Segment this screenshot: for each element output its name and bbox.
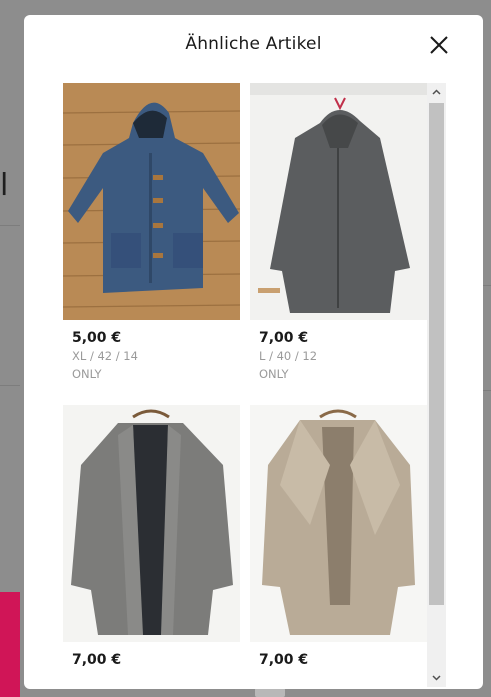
close-icon (430, 36, 448, 54)
background-pink-button (0, 592, 20, 697)
item-size: L / 40 / 12 (259, 349, 318, 363)
item-image[interactable] (63, 83, 240, 320)
item-card[interactable]: 7,00 € (250, 405, 427, 687)
modal-title: Ähnliche Artikel (185, 34, 322, 54)
item-brand: ONLY (259, 367, 289, 381)
item-size: XL / 42 / 14 (72, 349, 138, 363)
item-price: 7,00 € (259, 652, 309, 668)
item-image[interactable] (250, 83, 427, 320)
close-button[interactable] (428, 34, 450, 56)
background-element (255, 688, 285, 697)
item-card[interactable]: 7,00 € L / 40 / 12 ONLY (250, 83, 427, 405)
vertical-scrollbar[interactable] (427, 83, 446, 687)
scroll-down-button[interactable] (427, 669, 446, 687)
chevron-down-icon (432, 675, 441, 681)
similar-items-modal: Ähnliche Artikel 5,00 € XL / 42 / 14 ONL… (24, 15, 483, 689)
background-divider (0, 225, 20, 226)
item-price: 5,00 € (72, 330, 122, 346)
scrollbar-thumb[interactable] (429, 103, 444, 605)
item-brand: ONLY (72, 367, 102, 381)
items-scroll-area[interactable]: 5,00 € XL / 42 / 14 ONLY 7,00 € L / 40 /… (63, 83, 446, 687)
item-price: 7,00 € (259, 330, 309, 346)
item-card[interactable]: 5,00 € XL / 42 / 14 ONLY (63, 83, 240, 405)
chevron-up-icon (432, 89, 441, 95)
background-divider (0, 385, 20, 386)
item-price: 7,00 € (72, 652, 122, 668)
item-card[interactable]: 7,00 € (63, 405, 240, 687)
scroll-up-button[interactable] (427, 83, 446, 101)
item-image[interactable] (63, 405, 240, 642)
item-image[interactable] (250, 405, 427, 642)
items-grid: 5,00 € XL / 42 / 14 ONLY 7,00 € L / 40 /… (63, 83, 446, 687)
background-text-fragment: l (0, 168, 9, 203)
